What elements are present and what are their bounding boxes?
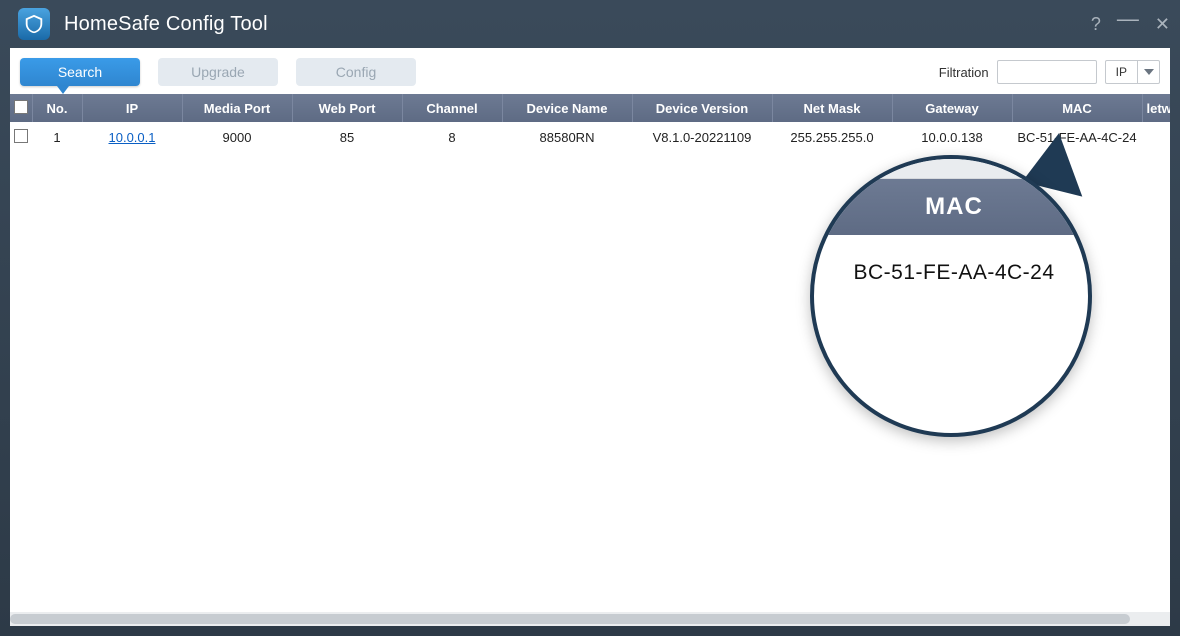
header-ip[interactable]: IP <box>82 94 182 122</box>
select-all-checkbox[interactable] <box>14 100 28 114</box>
tab-upgrade[interactable]: Upgrade <box>158 58 278 86</box>
help-icon[interactable]: ? <box>1091 15 1101 33</box>
row-checkbox-cell[interactable] <box>10 122 32 152</box>
header-gateway[interactable]: Gateway <box>892 94 1012 122</box>
header-network-partial[interactable]: letw <box>1142 94 1170 122</box>
cell-no: 1 <box>32 122 82 152</box>
chevron-down-icon <box>1137 61 1159 83</box>
header-device-version[interactable]: Device Version <box>632 94 772 122</box>
header-checkbox-cell[interactable] <box>10 94 32 122</box>
minimize-icon[interactable]: — <box>1117 8 1139 30</box>
app-logo-icon <box>18 8 50 40</box>
header-web-port[interactable]: Web Port <box>292 94 402 122</box>
filtration-group: Filtration IP <box>939 60 1160 84</box>
toolbar: Search Upgrade Config Filtration IP <box>10 48 1170 94</box>
callout-header: MAC <box>810 179 1092 235</box>
tab-search[interactable]: Search <box>20 58 140 86</box>
magnifier-callout: MAC BC-51-FE-AA-4C-24 <box>810 155 1092 437</box>
header-mac[interactable]: MAC <box>1012 94 1142 122</box>
filtration-input[interactable] <box>997 60 1097 84</box>
callout-value: BC-51-FE-AA-4C-24 <box>810 235 1092 285</box>
cell-channel: 8 <box>402 122 502 152</box>
scrollbar-thumb[interactable] <box>10 614 1130 624</box>
filtration-label: Filtration <box>939 65 989 80</box>
filtration-select-value: IP <box>1106 65 1137 79</box>
cell-net-mask: 255.255.255.0 <box>772 122 892 152</box>
cell-device-name: 88580RN <box>502 122 632 152</box>
header-media-port[interactable]: Media Port <box>182 94 292 122</box>
close-icon[interactable]: ✕ <box>1155 15 1170 33</box>
cell-ip-link[interactable]: 10.0.0.1 <box>109 130 156 145</box>
title-bar: HomeSafe Config Tool ? — ✕ <box>0 0 1180 48</box>
app-title: HomeSafe Config Tool <box>64 13 1091 36</box>
filtration-select[interactable]: IP <box>1105 60 1160 84</box>
cell-gateway: 10.0.0.138 <box>892 122 1012 152</box>
cell-media-port: 9000 <box>182 122 292 152</box>
tab-config[interactable]: Config <box>296 58 416 86</box>
header-no[interactable]: No. <box>32 94 82 122</box>
table-row[interactable]: 1 10.0.0.1 9000 85 8 88580RN V8.1.0-2022… <box>10 122 1170 152</box>
horizontal-scrollbar[interactable] <box>10 612 1170 626</box>
header-net-mask[interactable]: Net Mask <box>772 94 892 122</box>
header-device-name[interactable]: Device Name <box>502 94 632 122</box>
header-channel[interactable]: Channel <box>402 94 502 122</box>
table-header-row: No. IP Media Port Web Port Channel Devic… <box>10 94 1170 122</box>
active-tab-indicator-icon <box>57 86 69 94</box>
row-checkbox[interactable] <box>14 129 28 143</box>
cell-device-version: V8.1.0-20221109 <box>632 122 772 152</box>
cell-web-port: 85 <box>292 122 402 152</box>
